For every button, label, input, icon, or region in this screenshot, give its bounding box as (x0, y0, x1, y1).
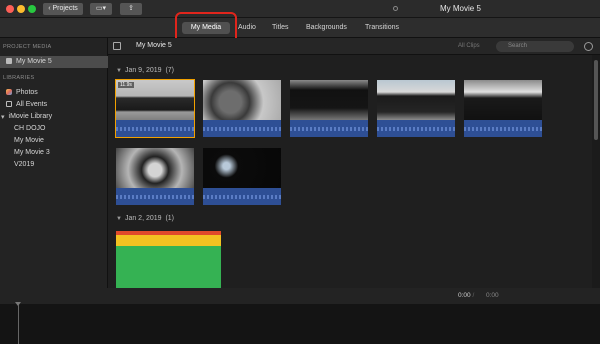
sidebar-item-photos[interactable]: Photos (0, 87, 108, 99)
sidebar-item-label: Photos (16, 89, 38, 96)
video-clip[interactable] (203, 80, 281, 137)
tab-audio[interactable]: Audio (238, 22, 256, 34)
video-clip[interactable] (290, 80, 368, 137)
tab-backgrounds[interactable]: Backgrounds (306, 22, 347, 34)
minimize-window-button[interactable] (17, 5, 25, 13)
clip-filter-select[interactable]: All Clips (458, 43, 480, 49)
video-clip[interactable] (464, 80, 542, 137)
sidebar-item-my-movie-3[interactable]: My Movie 3 (0, 147, 108, 159)
disclosure-triangle-icon[interactable]: ▼ (116, 68, 122, 74)
imovie-window: ‹ Projects ▭▾ ⇪ My Movie 5 My Media Audi… (0, 0, 600, 344)
sidebar-item-label: V2019 (14, 161, 35, 168)
event-date: Jan 2, 2019 (124, 215, 162, 222)
sidebar: PROJECT MEDIA My Movie 5 LIBRARIES Photo… (0, 38, 108, 288)
video-clip[interactable]: 11.9s (115, 79, 195, 138)
playhead[interactable] (18, 305, 19, 344)
sidebar-item-project[interactable]: My Movie 5 (0, 56, 108, 68)
projects-button[interactable]: ‹ Projects (43, 3, 83, 15)
audio-waveform (464, 120, 542, 137)
disclosure-triangle-icon[interactable]: ▼ (116, 216, 122, 222)
event-count: (7) (165, 67, 174, 74)
share-icon[interactable]: ⇪ (120, 3, 142, 15)
event-date: Jan 9, 2019 (124, 67, 162, 74)
sidebar-item-v2019[interactable]: V2019 (0, 159, 108, 171)
browser-title: My Movie 5 (136, 42, 172, 49)
sidebar-item-ch-dojo[interactable]: CH DOJO (0, 123, 108, 135)
clip-thumbnail (290, 80, 368, 120)
search-icon (393, 6, 398, 11)
film-icon (6, 58, 12, 64)
sidebar-item-label: iMovie Library (8, 113, 53, 120)
media-browser: ▼ Jan 9, 2019 (7) 11.9s ▼ Jan 2, 2019 (1… (108, 55, 592, 288)
audio-waveform (377, 120, 455, 137)
sidebar-item-all-events[interactable]: All Events (0, 99, 108, 111)
clip-thumbnail (203, 80, 281, 120)
photos-icon (6, 89, 12, 95)
libraries-header: LIBRARIES (3, 75, 35, 81)
sidebar-item-label: CH DOJO (14, 125, 46, 132)
events-icon (6, 101, 12, 107)
timeline-header (0, 288, 600, 304)
disclosure-triangle-icon[interactable]: ▾ (1, 112, 5, 121)
tab-titles[interactable]: Titles (272, 22, 288, 34)
event-header[interactable]: ▼ Jan 2, 2019 (1) (116, 215, 174, 222)
clip-duration: 11.9s (118, 82, 134, 88)
current-time: 0:00 (458, 292, 471, 299)
sidebar-item-label: My Movie 3 (14, 149, 50, 156)
scrollbar-thumb[interactable] (594, 60, 598, 140)
event-header[interactable]: ▼ Jan 9, 2019 (7) (116, 67, 174, 74)
sidebar-item-label: My Movie 5 (16, 58, 52, 65)
video-clip[interactable] (377, 80, 455, 137)
project-media-header: PROJECT MEDIA (3, 44, 52, 50)
timecode-total: 0:00 (486, 292, 499, 299)
layout-toggle-icon[interactable]: ▭▾ (90, 3, 112, 15)
sidebar-item-label: All Events (16, 101, 48, 108)
audio-waveform (203, 120, 281, 137)
media-tab-bar: My Media Audio Titles Backgrounds Transi… (0, 18, 600, 38)
close-window-button[interactable] (6, 5, 14, 13)
audio-waveform (116, 120, 194, 137)
clip-thumbnail (203, 148, 281, 188)
sidebar-item-imovie-library[interactable]: ▾ iMovie Library (0, 111, 108, 123)
video-clip[interactable] (203, 148, 281, 205)
clip-thumbnail (116, 231, 221, 288)
event-count: (1) (165, 215, 174, 222)
clip-thumbnail (377, 80, 455, 120)
sidebar-item-my-movie[interactable]: My Movie (0, 135, 108, 147)
gear-icon[interactable] (584, 42, 593, 51)
tab-transitions[interactable]: Transitions (365, 22, 399, 34)
sidebar-item-label: My Movie (14, 137, 44, 144)
audio-waveform (203, 188, 281, 205)
title-bar: ‹ Projects ▭▾ ⇪ My Movie 5 (0, 0, 600, 18)
window-title: My Movie 5 (440, 4, 481, 13)
sidebar-toggle-icon[interactable] (113, 42, 121, 50)
timecode-separator: / (472, 292, 475, 299)
timecode-current: 0:00 / (458, 292, 474, 299)
audio-waveform (290, 120, 368, 137)
video-clip[interactable] (116, 231, 221, 288)
clip-thumbnail (116, 148, 194, 188)
search-input[interactable]: Search (496, 41, 574, 52)
zoom-window-button[interactable] (28, 5, 36, 13)
browser-header: My Movie 5 All Clips Search (108, 38, 600, 55)
projects-label: Projects (52, 5, 78, 12)
video-clip[interactable] (116, 148, 194, 205)
audio-waveform (116, 188, 194, 205)
clip-thumbnail (464, 80, 542, 120)
